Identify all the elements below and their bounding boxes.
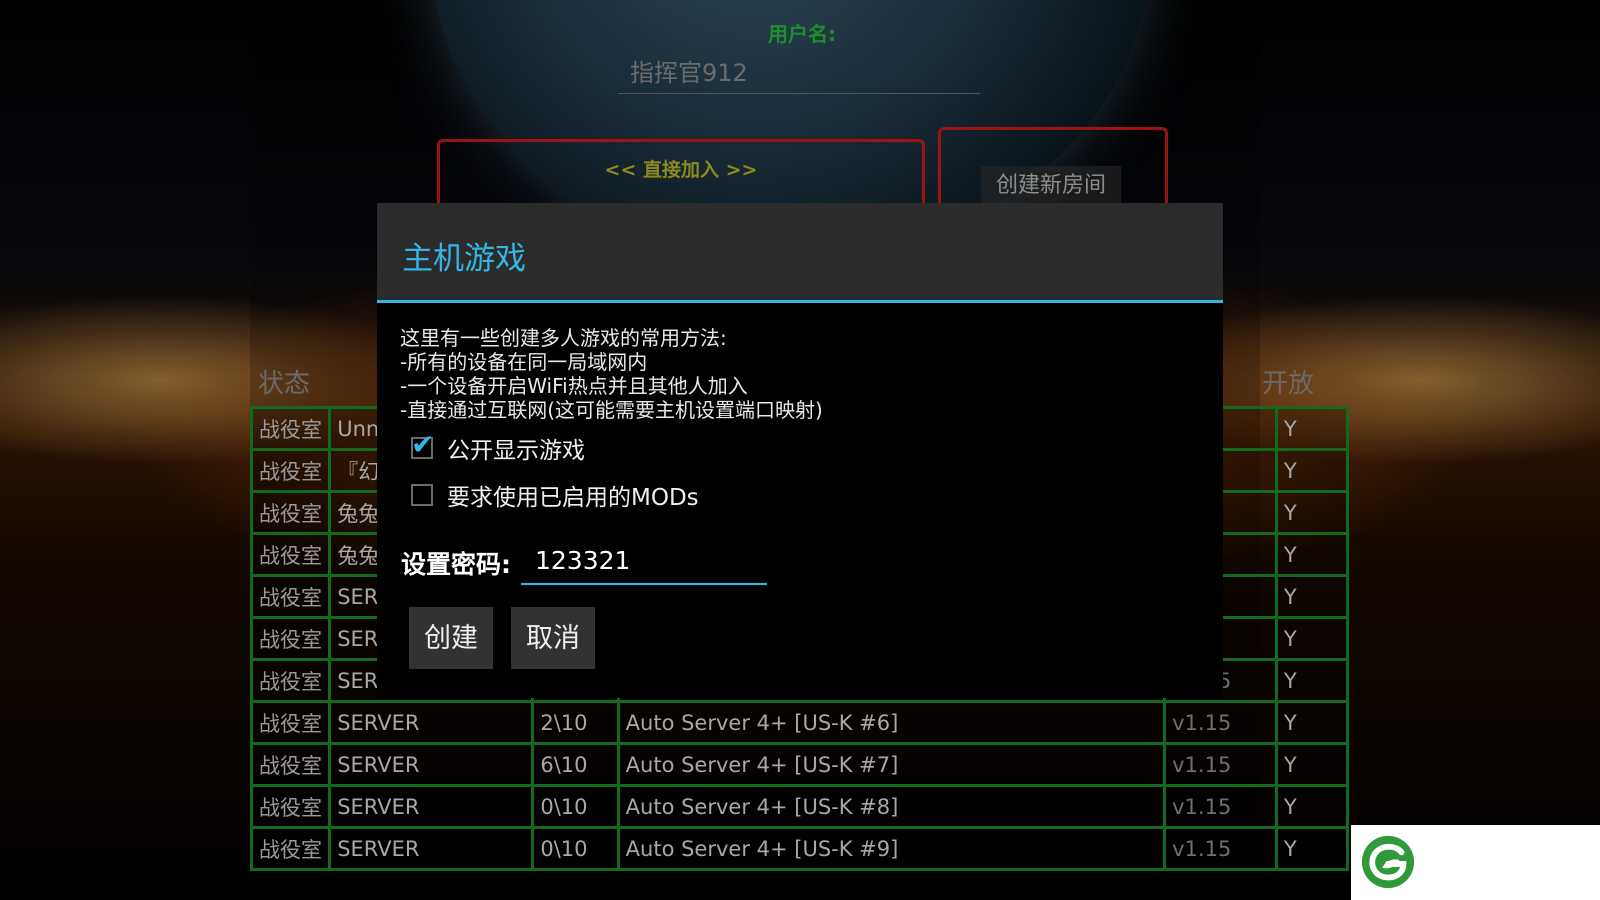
cell-open: Y [1274, 574, 1350, 619]
public-game-checkbox[interactable]: ✔ [411, 431, 434, 459]
cell-host: SERVER [328, 742, 535, 787]
cell-type: 战役室 [249, 616, 332, 661]
create-button[interactable]: 创建 [409, 607, 493, 669]
table-row[interactable]: 战役室 SERVER 0\10 Auto Server 4+ [US-K #8] v1.… [249, 784, 1350, 829]
password-input[interactable]: 123321 [521, 539, 767, 585]
cell-open: Y [1274, 742, 1350, 787]
cell-host: SERVER [328, 784, 535, 829]
cell-name: Auto Server 4+ [US-K #6] [616, 700, 1167, 745]
dialog-title: 主机游戏 [402, 241, 526, 277]
dialog-info: 这里有一些创建多人游戏的常用方法: -所有的设备在同一局域网内 -一个设备开启W… [400, 326, 823, 422]
cell-type: 战役室 [249, 658, 332, 703]
table-row[interactable]: 战役室 SERVER 6\10 Auto Server 4+ [US-K #7] v1.… [249, 742, 1350, 787]
password-label: 设置密码: [401, 550, 511, 579]
cell-type: 战役室 [249, 532, 332, 577]
require-mods-option[interactable]: 要求使用已启用的MODs [411, 480, 699, 511]
dialog-header: 主机游戏 [377, 203, 1223, 303]
cell-players: 0\10 [531, 826, 620, 871]
cell-open: Y [1274, 700, 1350, 745]
cell-open: Y [1274, 826, 1350, 871]
cancel-button[interactable]: 取消 [511, 607, 595, 669]
cell-type: 战役室 [249, 448, 332, 493]
username-label: 用户名: [768, 22, 836, 46]
cell-players: 2\10 [531, 700, 620, 745]
cell-players: 0\10 [531, 784, 620, 829]
direct-join-button[interactable]: << 直接加入 >> [437, 139, 925, 212]
info-line: -直接通过互联网(这可能需要主机设置端口映射) [400, 398, 823, 422]
watermark-panel [1351, 825, 1600, 900]
cell-open: Y [1274, 784, 1350, 829]
create-room-frame: 创建新房间 [938, 127, 1168, 212]
cell-name: Auto Server 4+ [US-K #9] [616, 826, 1167, 871]
username-input[interactable]: 指挥官912 [618, 52, 980, 94]
check-icon: ✔ [411, 428, 435, 461]
table-row[interactable]: 战役室 SERVER 0\10 Auto Server 4+ [US-K #9] v1.… [249, 826, 1350, 871]
cell-type: 战役室 [249, 784, 332, 829]
cell-open: Y [1274, 490, 1350, 535]
cell-type: 战役室 [249, 700, 332, 745]
cell-open: Y [1274, 532, 1350, 577]
cell-type: 战役室 [249, 406, 332, 451]
cell-host: SERVER [328, 826, 535, 871]
cell-players: 6\10 [531, 742, 620, 787]
create-room-button[interactable]: 创建新房间 [981, 166, 1121, 206]
column-header-open[interactable]: 开放 [1262, 363, 1314, 400]
cell-name: Auto Server 4+ [US-K #8] [616, 784, 1167, 829]
cell-version: v1.15 [1163, 784, 1278, 829]
require-mods-checkbox[interactable] [411, 484, 433, 506]
cell-type: 战役室 [249, 742, 332, 787]
cell-host: SERVER [328, 700, 535, 745]
cell-name: Auto Server 4+ [US-K #7] [616, 742, 1167, 787]
info-line: 这里有一些创建多人游戏的常用方法: [400, 326, 727, 350]
cell-open: Y [1274, 406, 1350, 451]
cell-type: 战役室 [249, 574, 332, 619]
cell-open: Y [1274, 616, 1350, 661]
cell-type: 战役室 [249, 826, 332, 871]
cell-open: Y [1274, 448, 1350, 493]
column-header-status[interactable]: 状态 [258, 363, 310, 400]
cell-version: v1.15 [1163, 700, 1278, 745]
public-game-option[interactable]: ✔ 公开显示游戏 [411, 431, 585, 464]
cell-open: Y [1274, 658, 1350, 703]
cell-type: 战役室 [249, 490, 332, 535]
cell-version: v1.15 [1163, 826, 1278, 871]
public-game-label: 公开显示游戏 [447, 438, 585, 464]
require-mods-label: 要求使用已启用的MODs [447, 485, 699, 511]
info-line: -所有的设备在同一局域网内 [400, 350, 648, 374]
table-row[interactable]: 战役室 SERVER 2\10 Auto Server 4+ [US-K #6] v1.… [249, 700, 1350, 745]
host-game-dialog: 主机游戏 这里有一些创建多人游戏的常用方法: -所有的设备在同一局域网内 -一个… [377, 203, 1223, 698]
cell-version: v1.15 [1163, 742, 1278, 787]
brand-logo-icon [1361, 835, 1415, 889]
info-line: -一个设备开启WiFi热点并且其他人加入 [400, 374, 748, 398]
